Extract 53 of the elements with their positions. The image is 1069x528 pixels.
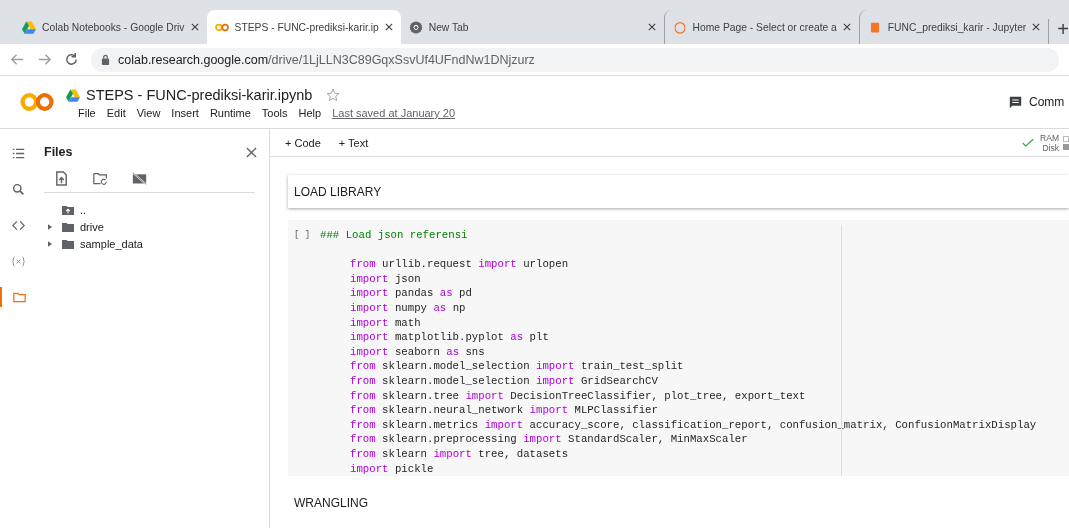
resource-meter[interactable]: RAM Disk <box>1040 132 1059 153</box>
menu-item[interactable]: Edit <box>106 107 126 119</box>
menu-item[interactable]: View <box>136 107 161 119</box>
close-icon[interactable] <box>246 146 257 158</box>
close-icon[interactable] <box>842 23 851 31</box>
browser-tab[interactable]: STEPS - FUNC-prediksi-karir.ip <box>206 10 401 44</box>
code-cell[interactable]: [ ] ### Load json referensi from urllib.request import urlopen import json import pandas as pd import numpy as np import math import matplotlib.pyplot as plt import seaborn as sns from sklearn.model_selection import train_test_split from sklearn.model_selection import GridSearchCV from sklearn.tree import DecisionTreeClassifier, plot_tree, export_text from sklearn.neural_network import MLPClassifier from sklearn.metrics import accuracy_score, classification_report, confusion_matrix, ConfusionMatrixDisplay from sklearn.preprocessing import StandardScaler, MinMaxScaler from sklearn import tree, datasets import pickle <box>288 220 1069 476</box>
folder-icon <box>62 221 74 232</box>
toolbar-button[interactable]: + Code <box>285 136 321 149</box>
text-cell[interactable]: LOAD LIBRARY <box>288 175 1069 208</box>
drive-off-icon[interactable] <box>132 171 147 186</box>
browser-tab[interactable]: FUNC_prediksi_karir - Jupyter <box>858 10 1049 44</box>
file-tree-item[interactable]: .. <box>44 201 269 218</box>
new-tab-button[interactable]: + <box>1048 19 1069 44</box>
back-arrow-icon[interactable] <box>10 52 25 67</box>
browser-tab[interactable]: Colab Notebooks - Google Driv <box>14 10 207 44</box>
globe-icon <box>408 20 423 34</box>
folder-refresh-icon[interactable] <box>93 171 108 186</box>
upload-file-icon[interactable] <box>54 171 69 186</box>
folder-up-icon <box>62 204 74 215</box>
last-saved-link[interactable]: Last saved at January 20 <box>332 107 456 119</box>
close-icon[interactable] <box>190 23 199 31</box>
menu-item[interactable]: Runtime <box>209 107 251 119</box>
reload-icon[interactable] <box>64 52 79 67</box>
browser-tab[interactable]: New Tab <box>400 10 664 44</box>
caret-icon[interactable] <box>48 240 52 247</box>
file-tree-item[interactable]: sample_data <box>44 235 269 252</box>
close-icon[interactable] <box>1032 23 1041 31</box>
close-icon[interactable] <box>647 23 656 31</box>
comment-icon[interactable] <box>1009 95 1022 109</box>
forward-arrow-icon[interactable] <box>37 52 52 67</box>
caret-icon[interactable] <box>48 223 52 230</box>
menu-item[interactable]: Insert <box>171 107 199 119</box>
notebook-title[interactable]: STEPS - FUNC-prediksi-karir.ipynb <box>86 87 313 103</box>
folder-icon <box>62 238 74 249</box>
menu-item[interactable]: Help <box>298 107 322 119</box>
co-logo-icon <box>20 91 54 113</box>
triangle-logo-icon <box>66 88 80 102</box>
menu-item[interactable]: Tools <box>261 107 288 119</box>
address-field[interactable]: colab.research.google.com/drive/1LjLLN3C89GqxSsvUf4UFndNw1DNjzurz <box>91 47 1059 72</box>
panel-title: Files <box>44 145 74 159</box>
menu-item[interactable]: File <box>78 107 96 119</box>
browser-tab[interactable]: Home Page - Select or create a <box>663 10 859 44</box>
file-tree-item[interactable]: drive <box>44 218 269 235</box>
comment-button[interactable]: Comm <box>1029 95 1065 109</box>
toolbar-button[interactable]: + Text <box>338 136 369 149</box>
lock-icon <box>101 54 110 65</box>
section-heading: WRANGLING <box>293 496 369 510</box>
close-icon[interactable] <box>384 23 393 31</box>
usage-bars-icon[interactable] <box>1063 134 1069 151</box>
triangle-logo-icon <box>22 20 36 34</box>
star-icon[interactable] <box>326 88 341 102</box>
spinner-icon <box>672 20 687 34</box>
